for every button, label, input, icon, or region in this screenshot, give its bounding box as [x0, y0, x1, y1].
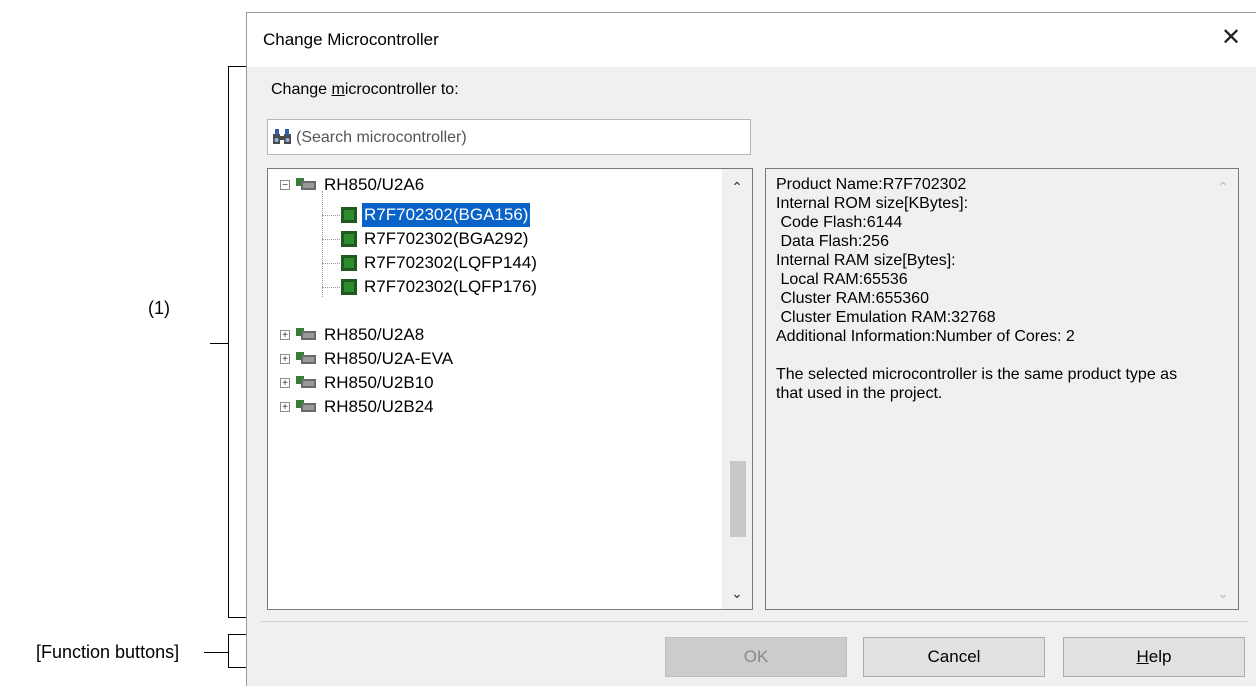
chip-icon — [341, 207, 357, 223]
device-group-icon — [296, 328, 316, 340]
region1-label: (1) — [148, 298, 170, 318]
ok-button[interactable]: OK — [665, 637, 847, 677]
chip-icon — [341, 255, 357, 271]
tree-item-label-selected: R7F702302(BGA156) — [360, 202, 532, 228]
function-buttons-bracket-tick — [204, 652, 228, 653]
tree-group-rh850-u2a6[interactable]: − RH850/U2A6 — [280, 173, 580, 197]
collapse-icon[interactable]: − — [280, 180, 290, 191]
separator — [261, 621, 1248, 622]
product-info-text: Product Name:R7F702302 Internal ROM size… — [776, 176, 1178, 402]
chip-icon — [341, 279, 357, 295]
tree-scrollbar[interactable]: ⌃ ⌄ — [722, 169, 752, 609]
info-scrollbar[interactable]: ⌃ ⌄ — [1208, 169, 1238, 609]
tree-group-label: RH850/U2A6 — [324, 175, 425, 194]
cancel-button[interactable]: Cancel — [863, 637, 1045, 677]
change-to-label: Change microcontroller to: — [271, 81, 459, 98]
device-group-icon — [296, 352, 316, 364]
function-buttons-bracket-top — [228, 634, 246, 635]
tree-group-rh850-u2b24[interactable]: + RH850/U2B24 — [280, 395, 580, 419]
search-box[interactable] — [267, 119, 751, 155]
device-group-icon — [296, 178, 316, 190]
scroll-thumb[interactable] — [730, 461, 746, 537]
scroll-up-icon[interactable]: ⌃ — [1208, 173, 1238, 201]
tree-group-rh850-u2a-eva[interactable]: + RH850/U2A-EVA — [280, 347, 580, 371]
device-group-icon — [296, 400, 316, 412]
tree-group-label: RH850/U2A8 — [324, 325, 425, 344]
region1-bracket-vertical — [228, 66, 229, 618]
tree-group-rh850-u2b10[interactable]: + RH850/U2B10 — [280, 371, 580, 395]
tree-group-label: RH850/U2A-EVA — [324, 349, 454, 368]
tree-line — [322, 263, 340, 264]
scroll-up-icon[interactable]: ⌃ — [722, 173, 752, 201]
function-buttons-bracket-bottom — [228, 667, 246, 668]
tree-group-label: RH850/U2B24 — [324, 397, 434, 416]
device-group-icon — [296, 376, 316, 388]
expand-icon[interactable]: + — [280, 378, 290, 389]
change-microcontroller-dialog: Change Microcontroller ✕ Change microcon… — [246, 12, 1256, 686]
tree-line — [322, 215, 340, 216]
expand-icon[interactable]: + — [280, 330, 290, 341]
tree-group-rh850-u2a8[interactable]: + RH850/U2A8 — [280, 323, 580, 347]
tree-line — [322, 287, 340, 288]
scroll-down-icon[interactable]: ⌄ — [1208, 579, 1238, 607]
product-info-panel: Product Name:R7F702302 Internal ROM size… — [765, 168, 1239, 610]
title-bar: Change Microcontroller ✕ — [247, 13, 1256, 67]
expand-icon[interactable]: + — [280, 354, 290, 365]
scroll-down-icon[interactable]: ⌄ — [722, 579, 752, 607]
region1-bracket-bottom — [228, 617, 246, 618]
search-input[interactable] — [294, 125, 738, 151]
chip-icon — [341, 231, 357, 247]
microcontroller-tree[interactable]: − RH850/U2A6 R7F702302(BGA156) R7F702302… — [267, 168, 753, 610]
tree-item-label: R7F702302(LQFP176) — [364, 277, 537, 296]
tree-item-label: R7F702302(LQFP144) — [364, 253, 537, 272]
tree-group-label: RH850/U2B10 — [324, 373, 434, 392]
binoculars-icon — [273, 129, 291, 144]
expand-icon[interactable]: + — [280, 402, 290, 413]
tree-line — [322, 239, 340, 240]
region1-bracket-tick — [210, 343, 228, 344]
dialog-title: Change Microcontroller — [263, 30, 439, 49]
region1-bracket-top — [228, 66, 246, 67]
function-buttons-label: [Function buttons] — [36, 642, 180, 662]
close-icon[interactable]: ✕ — [1216, 23, 1246, 53]
tree-line — [322, 191, 323, 297]
help-button[interactable]: Help — [1063, 637, 1245, 677]
function-buttons-bracket-vertical — [228, 634, 229, 668]
tree-item-label: R7F702302(BGA292) — [364, 229, 529, 248]
